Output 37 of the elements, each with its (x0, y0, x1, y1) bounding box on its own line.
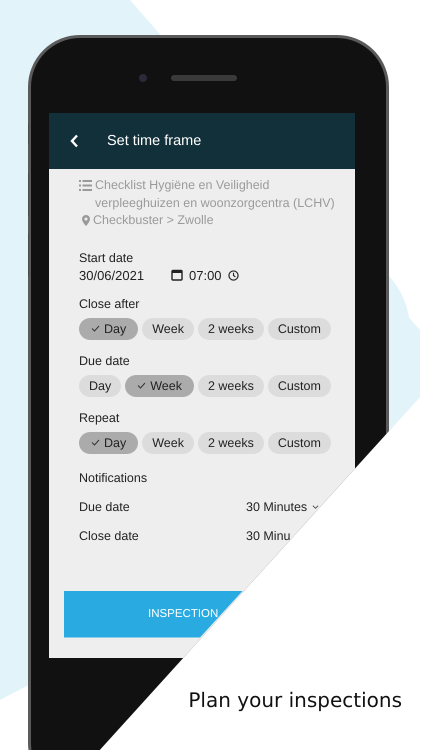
clock-icon[interactable] (228, 270, 239, 280)
checklist-title: Checklist Hygiëne en Veiligheid verpleeghuizen en woonzorgcentra (LCHV) (95, 177, 335, 212)
section-title: Notifications (79, 470, 148, 484)
choice-chip[interactable]: Week (142, 432, 194, 454)
back-icon[interactable] (69, 134, 79, 148)
choice-chip[interactable]: Day (79, 374, 122, 396)
group-label: Due date (79, 354, 131, 368)
setting-label: Close date (79, 528, 140, 542)
field-label: Start date (79, 250, 134, 264)
choice-chip[interactable]: Custom (268, 318, 331, 340)
screen-title: Set time frame (107, 133, 202, 149)
location-pin-icon (82, 215, 90, 226)
choice-chip[interactable]: Day (79, 432, 138, 454)
choice-chip[interactable]: 2 weeks (198, 374, 264, 396)
check-icon (137, 382, 146, 389)
check-icon (91, 325, 100, 332)
calendar-icon[interactable] (171, 269, 183, 281)
dropdown-value[interactable]: 30 Minu (246, 528, 290, 542)
list-icon (79, 180, 92, 191)
time-value[interactable]: 07:00 (189, 268, 222, 282)
group-label: Close after (79, 296, 140, 310)
group-label: Repeat (79, 410, 120, 424)
dropdown-value[interactable]: 30 Minutes (246, 500, 308, 514)
choice-chip[interactable]: Custom (268, 432, 331, 454)
choice-chip[interactable]: Day (79, 318, 138, 340)
choice-chip[interactable]: Custom (268, 374, 331, 396)
check-icon (91, 439, 100, 446)
choice-chip[interactable]: Week (142, 318, 194, 340)
choice-chip[interactable]: Week (125, 374, 194, 396)
camera-icon (139, 74, 147, 82)
choice-chip[interactable]: 2 weeks (198, 318, 264, 340)
speaker-icon (171, 75, 237, 81)
date-value[interactable]: 30/06/2021 (79, 268, 171, 282)
tagline: Plan your inspections (188, 688, 402, 712)
setting-label: Due date (79, 500, 131, 514)
choice-chip[interactable]: 2 weeks (198, 432, 264, 454)
location-text: Checkbuster > Zwolle (93, 212, 214, 229)
